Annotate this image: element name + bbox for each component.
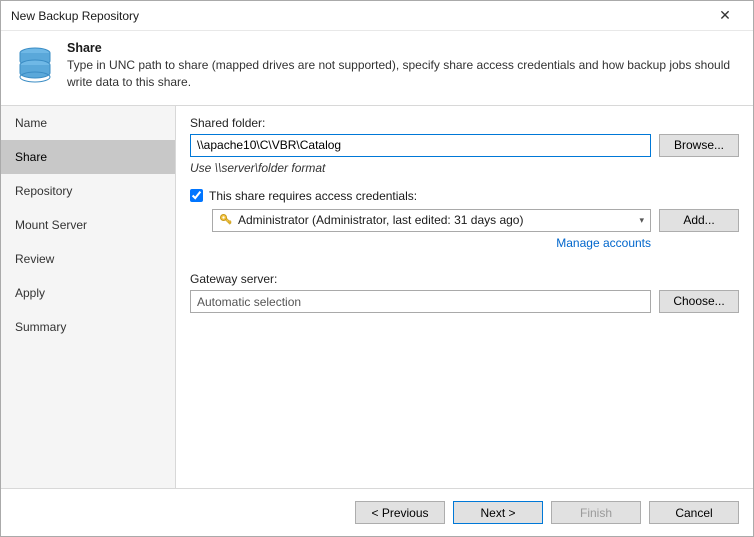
browse-button[interactable]: Browse... [659, 134, 739, 157]
sidebar-item-name[interactable]: Name [1, 106, 175, 140]
previous-button[interactable]: < Previous [355, 501, 445, 524]
key-icon [219, 213, 233, 227]
gateway-value: Automatic selection [190, 290, 651, 313]
footer: < Previous Next > Finish Cancel [1, 488, 753, 536]
sidebar-item-apply[interactable]: Apply [1, 276, 175, 310]
sidebar-item-repository[interactable]: Repository [1, 174, 175, 208]
close-icon[interactable]: ✕ [705, 2, 745, 30]
gateway-row: Automatic selection Choose... [190, 290, 739, 313]
chevron-down-icon: ▾ [637, 215, 646, 226]
credentials-dropdown-text: Administrator (Administrator, last edite… [238, 213, 637, 227]
manage-accounts-wrap: Manage accounts [190, 232, 739, 250]
credentials-row: Administrator (Administrator, last edite… [212, 209, 739, 232]
sidebar-item-share[interactable]: Share [1, 140, 175, 174]
content-area: Shared folder: Browse... Use \\server\fo… [176, 106, 753, 488]
next-button[interactable]: Next > [453, 501, 543, 524]
credentials-checkbox[interactable] [190, 189, 203, 202]
sidebar-item-mount-server[interactable]: Mount Server [1, 208, 175, 242]
dialog-window: New Backup Repository ✕ Share Type in UN… [0, 0, 754, 537]
shared-folder-row: Browse... [190, 134, 739, 157]
repository-disks-icon [15, 43, 55, 83]
dialog-body: Name Share Repository Mount Server Revie… [1, 105, 753, 488]
credentials-checkbox-row: This share requires access credentials: [190, 189, 739, 203]
titlebar: New Backup Repository ✕ [1, 1, 753, 31]
titlebar-title: New Backup Repository [11, 9, 705, 23]
sidebar-item-summary[interactable]: Summary [1, 310, 175, 344]
wizard-sidebar: Name Share Repository Mount Server Revie… [1, 106, 176, 488]
finish-button: Finish [551, 501, 641, 524]
shared-folder-label: Shared folder: [190, 116, 739, 130]
header-text: Share Type in UNC path to share (mapped … [67, 41, 739, 91]
shared-folder-input[interactable] [190, 134, 651, 157]
cancel-button[interactable]: Cancel [649, 501, 739, 524]
credentials-checkbox-label: This share requires access credentials: [209, 189, 417, 203]
manage-accounts-link[interactable]: Manage accounts [556, 236, 651, 250]
gateway-label: Gateway server: [190, 272, 739, 286]
shared-folder-hint: Use \\server\folder format [190, 161, 739, 175]
choose-button[interactable]: Choose... [659, 290, 739, 313]
header: Share Type in UNC path to share (mapped … [1, 31, 753, 105]
header-subtitle: Type in UNC path to share (mapped drives… [67, 57, 739, 91]
header-title: Share [67, 41, 739, 55]
credentials-dropdown[interactable]: Administrator (Administrator, last edite… [212, 209, 651, 232]
sidebar-item-review[interactable]: Review [1, 242, 175, 276]
add-button[interactable]: Add... [659, 209, 739, 232]
